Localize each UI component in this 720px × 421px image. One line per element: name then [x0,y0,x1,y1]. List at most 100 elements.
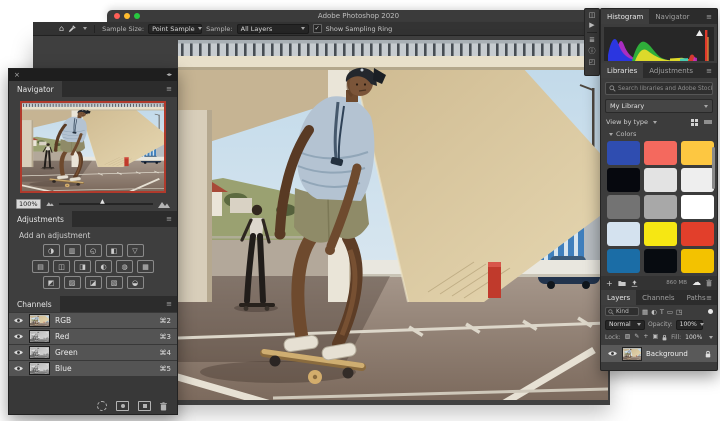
cloud-sync-icon[interactable]: ☁ [692,279,701,288]
collapsed-info-panel-icon[interactable]: ⓘ [589,46,596,56]
color-swatch[interactable] [644,195,677,219]
channel-row-rgb[interactable]: RGB⌘2 [9,313,177,328]
curves-icon[interactable]: ◵ [85,244,102,257]
color-swatch[interactable] [607,222,640,246]
share-library-icon[interactable] [631,280,638,287]
minimize-window-button[interactable] [124,13,130,19]
libraries-scrollbar[interactable] [712,147,715,189]
lock-all-icon[interactable] [662,334,667,341]
exposure-icon[interactable]: ◧ [106,244,123,257]
filter-toggle-icon[interactable] [708,309,713,314]
tab-channels[interactable]: Channels [9,296,60,312]
visibility-eye-icon[interactable] [13,349,24,356]
collapsed-actions-panel-icon[interactable]: ▶ [589,21,594,29]
threshold-icon[interactable]: ◪ [85,276,102,289]
delete-channel-icon[interactable] [160,402,167,411]
hue-saturation-icon[interactable]: ▤ [32,260,49,273]
tab-channels[interactable]: Channels [636,290,680,305]
navigator-preview[interactable] [20,101,166,193]
eyedropper-tool-icon[interactable] [68,25,76,33]
vibrance-icon[interactable]: ▽ [127,244,144,257]
panel-menu-icon[interactable]: ≡ [161,296,177,312]
levels-icon[interactable]: ▥ [64,244,81,257]
zoom-slider-thumb[interactable]: ▲ [100,198,105,205]
colors-section-header[interactable]: Colors [606,130,712,138]
photo-filter-icon[interactable]: ◐ [95,260,112,273]
channel-row-blue[interactable]: Blue⌘5 [9,361,177,376]
grid-view-icon[interactable] [691,119,698,126]
zoom-slider[interactable]: ▲ [59,203,153,205]
lock-artboard-icon[interactable]: ▣ [652,334,658,340]
color-swatch[interactable] [607,195,640,219]
tab-adjustments[interactable]: Adjustments [643,63,699,78]
tab-navigator[interactable]: Navigator [9,81,62,97]
collapse-panel-icon[interactable]: ◂▸ [166,72,172,78]
invert-icon[interactable]: ◩ [43,276,60,289]
channel-mixer-icon[interactable]: ◍ [116,260,133,273]
layer-locked-icon[interactable] [705,350,711,358]
tab-histogram[interactable]: Histogram [601,9,649,24]
color-swatch[interactable] [681,249,714,273]
zoom-value-field[interactable]: 100% [16,199,41,209]
channel-row-green[interactable]: Green⌘4 [9,345,177,360]
zoom-window-button[interactable] [134,13,140,19]
zoom-out-icon[interactable] [46,201,54,206]
window-titlebar[interactable]: Adobe Photoshop 2020 [107,10,610,22]
new-channel-icon[interactable] [138,401,151,411]
load-channel-selection-icon[interactable] [97,401,107,411]
add-element-icon[interactable]: + [606,279,613,288]
visibility-eye-icon[interactable] [13,333,24,340]
visibility-eye-icon[interactable] [13,317,24,324]
sample-size-dropdown[interactable]: Point Sample [148,24,202,34]
posterize-icon[interactable]: ▨ [64,276,81,289]
color-swatch[interactable] [681,168,714,192]
color-lookup-icon[interactable]: ▦ [137,260,154,273]
zoom-in-icon[interactable] [158,200,170,208]
collapsed-tool-presets-panel-icon[interactable]: ◰ [589,58,596,66]
color-swatch[interactable] [644,249,677,273]
color-swatch[interactable] [607,141,640,165]
filter-adjustment-layers-icon[interactable]: ◐ [651,308,657,316]
brightness-contrast-icon[interactable]: ◑ [43,244,60,257]
tab-layers[interactable]: Layers [601,290,636,305]
color-swatch[interactable] [607,249,640,273]
visibility-eye-icon[interactable] [13,365,24,372]
panel-menu-icon[interactable]: ≡ [701,290,717,305]
panel-menu-icon[interactable]: ≡ [701,63,717,78]
show-sampling-ring-checkbox[interactable]: ✓ [313,24,322,33]
tab-navigator[interactable]: Navigator [649,9,695,24]
filter-pixel-layers-icon[interactable]: ▦ [642,308,648,316]
new-group-folder-icon[interactable] [618,280,626,286]
save-selection-as-channel-icon[interactable] [116,401,129,411]
filter-smart-objects-icon[interactable]: ◳ [676,308,682,316]
close-panel-icon[interactable]: × [14,71,20,79]
filter-type-layers-icon[interactable]: T [660,308,664,316]
layer-row-background[interactable]: Background [601,345,717,362]
visibility-eye-icon[interactable] [607,350,618,357]
collapsed-adjustments-panel-icon[interactable]: ≣ [589,36,595,44]
lock-transparent-pixels-icon[interactable]: ▨ [625,334,631,340]
layer-filter-kind-dropdown[interactable]: Kind [605,307,639,316]
layer-thumbnail[interactable] [622,347,642,361]
delete-library-item-icon[interactable] [706,279,712,287]
home-icon[interactable]: ⌂ [59,24,64,33]
tab-libraries[interactable]: Libraries [601,63,643,78]
color-swatch[interactable] [644,168,677,192]
lock-position-icon[interactable]: + [643,334,648,340]
libraries-search-input[interactable]: Search libraries and Adobe Stock [605,82,713,95]
panel-menu-icon[interactable]: ≡ [701,9,717,24]
color-swatch[interactable] [681,141,714,165]
opacity-dropdown[interactable]: 100% [676,320,703,330]
canvas-photo[interactable] [178,40,608,400]
library-select-dropdown[interactable]: My Library [605,99,713,113]
chevron-down-icon[interactable] [653,121,657,124]
collapsed-properties-panel-icon[interactable]: ◫ [589,11,596,19]
black-white-icon[interactable]: ◨ [74,260,91,273]
channel-row-red[interactable]: Red⌘3 [9,329,177,344]
blend-mode-dropdown[interactable]: Normal [605,320,645,330]
view-by-type-label[interactable]: View by type [606,118,648,126]
fill-value[interactable]: 100% [685,334,702,341]
lock-image-pixels-icon[interactable]: ✎ [634,334,639,340]
tab-adjustments[interactable]: Adjustments [9,211,72,227]
selective-color-icon[interactable]: ◒ [127,276,144,289]
